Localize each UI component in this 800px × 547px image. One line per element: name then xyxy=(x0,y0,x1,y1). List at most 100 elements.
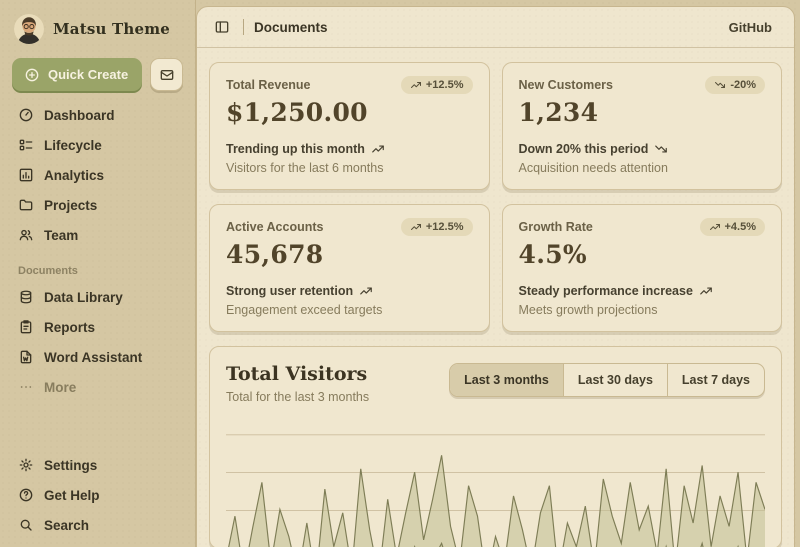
tab-last-7-days[interactable]: Last 7 days xyxy=(667,364,764,396)
stat-card-growth-rate: Growth Rate +4.5% 4.5% Steady performanc… xyxy=(502,204,783,332)
search-icon xyxy=(18,517,34,533)
stat-card-title: New Customers xyxy=(519,76,613,92)
trend-badge: +12.5% xyxy=(401,76,473,94)
trend-badge-value: -20% xyxy=(730,79,756,91)
bar-chart-icon xyxy=(18,167,34,183)
main-panel: Documents GitHub Total Revenue +12.5% $1… xyxy=(196,6,795,547)
sidebar-item-label: Settings xyxy=(44,458,97,473)
users-icon xyxy=(18,227,34,243)
chart-subtitle: Total for the last 3 months xyxy=(226,390,369,404)
trend-badge: +12.5% xyxy=(401,218,473,236)
stat-card-value: 4.5% xyxy=(519,240,766,269)
trend-badge-value: +4.5% xyxy=(725,221,757,233)
visitors-area-chart xyxy=(226,418,765,547)
total-visitors-card: Total Visitors Total for the last 3 mont… xyxy=(209,346,782,547)
stat-cards-grid: Total Revenue +12.5% $1,250.00 Trending … xyxy=(209,62,782,332)
gear-icon xyxy=(18,457,34,473)
sidebar-item-search[interactable]: Search xyxy=(10,511,185,539)
chart-header: Total Visitors Total for the last 3 mont… xyxy=(226,363,765,404)
report-icon xyxy=(18,319,34,335)
list-details-icon xyxy=(18,137,34,153)
stat-card-footer-secondary: Acquisition needs attention xyxy=(519,161,766,175)
app-root: Matsu Theme Quick Create Dashboard Lifec… xyxy=(0,0,800,547)
file-word-icon xyxy=(18,349,34,365)
database-icon xyxy=(18,289,34,305)
sidebar-item-lifecycle[interactable]: Lifecycle xyxy=(10,131,185,159)
github-link[interactable]: GitHub xyxy=(721,16,780,39)
sidebar-nav-documents: Data Library Reports Word Assistant More xyxy=(10,283,185,401)
tab-last-30-days[interactable]: Last 30 days xyxy=(563,364,667,396)
avatar xyxy=(14,14,44,44)
stat-card-footer-secondary: Visitors for the last 6 months xyxy=(226,161,473,175)
stat-card-footer-primary: Strong user retention xyxy=(226,284,353,298)
stat-card-title: Active Accounts xyxy=(226,218,323,234)
stat-card-value: $1,250.00 xyxy=(226,98,473,127)
trending-up-icon xyxy=(699,284,713,298)
sidebar-item-word-assistant[interactable]: Word Assistant xyxy=(10,343,185,371)
trend-badge-value: +12.5% xyxy=(426,221,464,233)
trending-up-icon xyxy=(410,79,422,91)
stat-card-new-customers: New Customers -20% 1,234 Down 20% this p… xyxy=(502,62,783,190)
tab-last-3-months[interactable]: Last 3 months xyxy=(450,364,563,396)
sidebar-item-analytics[interactable]: Analytics xyxy=(10,161,185,189)
workspace-switcher[interactable]: Matsu Theme xyxy=(10,10,185,46)
page-title: Documents xyxy=(254,20,328,35)
page-header: Documents GitHub xyxy=(197,7,794,48)
sidebar-item-label: Projects xyxy=(44,198,97,213)
stat-card-value: 1,234 xyxy=(519,98,766,127)
stat-card-footer-primary: Trending up this month xyxy=(226,142,365,156)
quick-create-label: Quick Create xyxy=(48,67,128,82)
quick-create-button[interactable]: Quick Create xyxy=(12,58,142,91)
stat-card-title: Growth Rate xyxy=(519,218,593,234)
stat-card-value: 45,678 xyxy=(226,240,473,269)
mail-icon xyxy=(159,67,175,83)
sidebar-item-label: Analytics xyxy=(44,168,104,183)
sidebar-item-label: Word Assistant xyxy=(44,350,142,365)
trending-up-icon xyxy=(410,221,422,233)
sidebar-item-dashboard[interactable]: Dashboard xyxy=(10,101,185,129)
panel-left-icon xyxy=(214,19,230,35)
trending-up-icon xyxy=(371,142,385,156)
chart-title: Total Visitors xyxy=(226,363,369,385)
trend-badge: +4.5% xyxy=(700,218,766,236)
stat-card-title: Total Revenue xyxy=(226,76,311,92)
trending-up-icon xyxy=(709,221,721,233)
folder-icon xyxy=(18,197,34,213)
dashboard-icon xyxy=(18,107,34,123)
help-circle-icon xyxy=(18,487,34,503)
sidebar-section-label: Documents xyxy=(10,265,185,277)
time-range-tabs: Last 3 monthsLast 30 daysLast 7 days xyxy=(449,363,765,397)
dots-icon xyxy=(18,379,34,395)
sidebar-item-label: Get Help xyxy=(44,488,100,503)
sidebar-item-label: Search xyxy=(44,518,89,533)
sidebar-item-label: Dashboard xyxy=(44,108,115,123)
sidebar-item-team[interactable]: Team xyxy=(10,221,185,249)
sidebar-item-get-help[interactable]: Get Help xyxy=(10,481,185,509)
chart-heading-block: Total Visitors Total for the last 3 mont… xyxy=(226,363,369,404)
header-separator xyxy=(243,19,244,35)
trending-down-icon xyxy=(654,142,668,156)
stat-card-footer-secondary: Engagement exceed targets xyxy=(226,303,473,317)
sidebar-nav-main: Dashboard Lifecycle Analytics Projects T… xyxy=(10,101,185,249)
sidebar-item-projects[interactable]: Projects xyxy=(10,191,185,219)
sidebar-item-more[interactable]: More xyxy=(10,373,185,401)
trend-badge: -20% xyxy=(705,76,765,94)
sidebar-item-settings[interactable]: Settings xyxy=(10,451,185,479)
sidebar-item-label: Lifecycle xyxy=(44,138,102,153)
inbox-button[interactable] xyxy=(150,58,183,91)
stat-card-total-revenue: Total Revenue +12.5% $1,250.00 Trending … xyxy=(209,62,490,190)
app-title: Matsu Theme xyxy=(53,20,170,38)
sidebar-item-label: Team xyxy=(44,228,78,243)
sidebar-item-data-library[interactable]: Data Library xyxy=(10,283,185,311)
stat-card-active-accounts: Active Accounts +12.5% 45,678 Strong use… xyxy=(209,204,490,332)
sidebar-spacer xyxy=(10,401,185,451)
sidebar-toggle-button[interactable] xyxy=(211,16,233,38)
sidebar-nav-footer: Settings Get Help Search xyxy=(10,451,185,539)
stat-card-footer-secondary: Meets growth projections xyxy=(519,303,766,317)
content: Total Revenue +12.5% $1,250.00 Trending … xyxy=(197,48,794,547)
sidebar-item-label: More xyxy=(44,380,76,395)
trending-up-icon xyxy=(359,284,373,298)
trend-badge-value: +12.5% xyxy=(426,79,464,91)
sidebar: Matsu Theme Quick Create Dashboard Lifec… xyxy=(0,0,196,547)
sidebar-item-reports[interactable]: Reports xyxy=(10,313,185,341)
